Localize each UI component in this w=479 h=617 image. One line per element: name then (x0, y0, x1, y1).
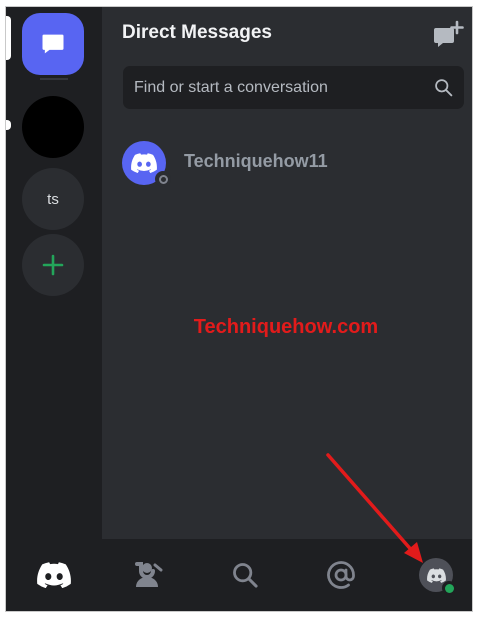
search-icon (233, 563, 258, 588)
active-indicator (6, 16, 11, 60)
search-bar[interactable] (123, 66, 464, 109)
server-icon-black[interactable] (22, 96, 84, 158)
nav-mentions-button[interactable] (319, 553, 363, 597)
discord-logo-icon (131, 153, 157, 173)
dm-panel: Direct Messages Techniquehow11 (102, 7, 472, 539)
server-rail: ts (6, 7, 102, 539)
search-input[interactable] (123, 66, 423, 109)
nav-friends-button[interactable] (127, 553, 171, 597)
plus-icon (42, 254, 64, 276)
direct-messages-button[interactable] (22, 13, 84, 75)
nav-profile-button[interactable] (414, 553, 458, 597)
chat-bubble-icon (42, 34, 64, 54)
nav-search-button[interactable] (223, 553, 267, 597)
add-server-button[interactable] (22, 234, 84, 296)
page-title: Direct Messages (122, 22, 272, 43)
unread-indicator (6, 120, 11, 130)
search-icon[interactable] (433, 77, 454, 98)
nav-home-button[interactable] (32, 553, 76, 597)
profile-avatar (419, 558, 456, 595)
status-online-indicator (442, 581, 456, 595)
server-label: ts (47, 190, 59, 208)
new-message-icon (434, 20, 464, 47)
rail-divider (40, 78, 68, 80)
bottom-nav-bar (6, 539, 472, 611)
discord-logo-icon (426, 567, 446, 583)
watermark-text: Techniquehow.com (193, 316, 379, 338)
app-window: ts Direct Messages Find or start a conve… (6, 7, 472, 611)
dm-username: Techniquehow11 (184, 151, 328, 171)
mentions-icon (327, 561, 355, 589)
home-icon (37, 562, 71, 588)
new-dm-button[interactable] (432, 19, 464, 51)
server-ts[interactable]: ts (22, 168, 84, 230)
dm-list-item[interactable]: Techniquehow11 (118, 137, 458, 187)
friends-icon (135, 562, 163, 587)
status-offline-indicator (155, 171, 171, 187)
